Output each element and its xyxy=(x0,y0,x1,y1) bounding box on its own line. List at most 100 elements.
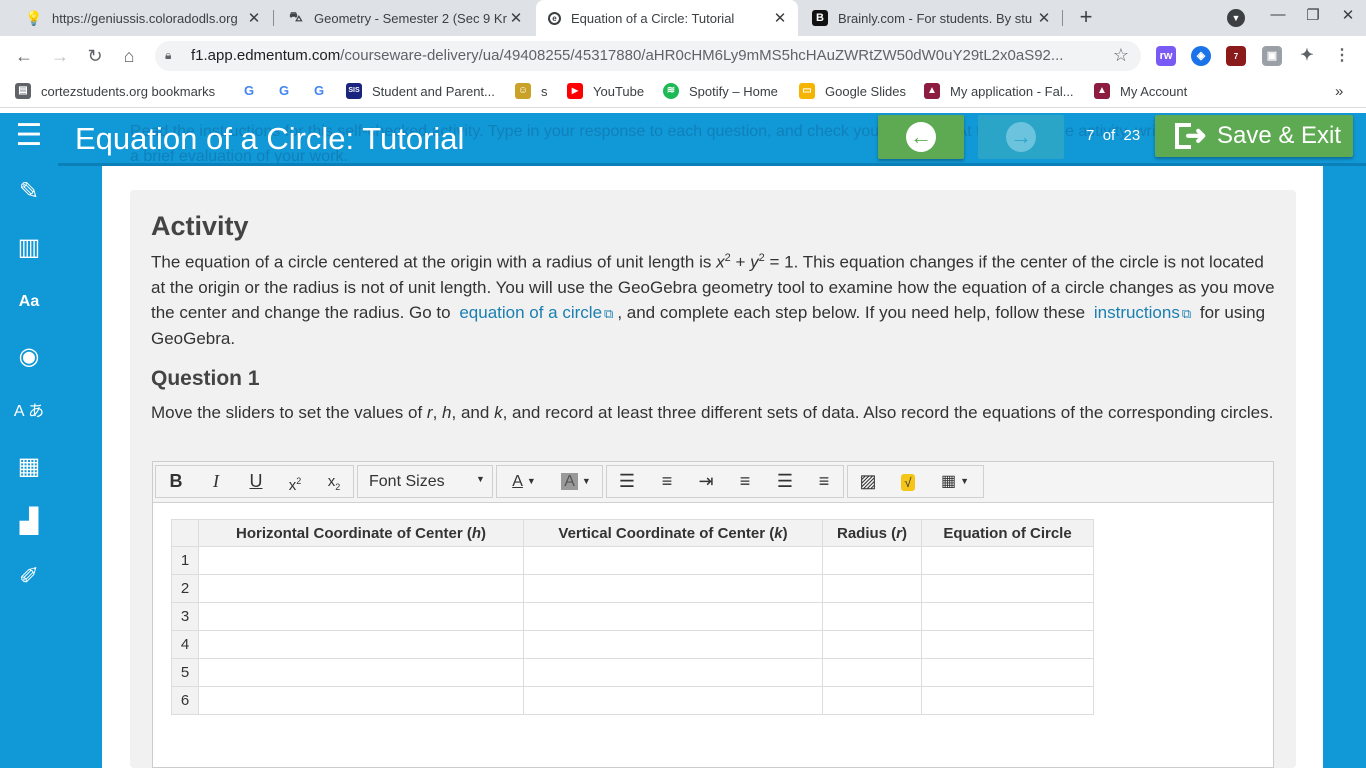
cell-h[interactable] xyxy=(198,630,524,659)
home-icon[interactable]: ⌂ xyxy=(117,44,141,68)
menu-icon[interactable]: ☰ xyxy=(12,119,46,153)
bullet-list-icon[interactable]: ☰ xyxy=(607,466,647,497)
bookmark-item[interactable]: ▶ YouTube xyxy=(567,83,644,99)
cell-k[interactable] xyxy=(523,546,823,575)
cell-h[interactable] xyxy=(198,658,524,687)
cell-r[interactable] xyxy=(822,574,922,603)
cell-r[interactable] xyxy=(822,602,922,631)
cell-equation[interactable] xyxy=(921,574,1094,603)
bookmark-item[interactable]: ▭ Google Slides xyxy=(799,83,906,99)
restore-icon[interactable]: ❐ xyxy=(1301,6,1325,24)
bookmark-item[interactable]: ≋ Spotify – Home xyxy=(663,83,778,99)
close-icon[interactable]: ✕ xyxy=(1036,9,1052,27)
ublock-icon[interactable]: 7 xyxy=(1226,46,1246,66)
var-h: h xyxy=(442,403,452,422)
calculator-icon[interactable]: ▦ xyxy=(12,450,46,484)
cell-equation[interactable] xyxy=(921,658,1094,687)
bookmark-item[interactable]: SIS Student and Parent... xyxy=(346,83,495,99)
cell-k[interactable] xyxy=(523,686,823,715)
bookmark-item[interactable]: ▲ My application - Fal... xyxy=(924,83,1074,99)
close-icon[interactable]: ✕ xyxy=(246,9,262,27)
browser-tab[interactable]: B Brainly.com - For students. By stu ✕ xyxy=(800,0,1062,36)
highlighter-icon[interactable]: ✐ xyxy=(12,560,46,594)
previous-page-button[interactable]: ← xyxy=(878,115,964,159)
forward-icon[interactable]: → xyxy=(48,44,72,68)
cell-r[interactable] xyxy=(822,686,922,715)
reload-icon[interactable]: ↻ xyxy=(83,44,107,68)
font-sizes-dropdown[interactable]: Font Sizes ▼ xyxy=(357,465,493,498)
cell-r[interactable] xyxy=(822,658,922,687)
bookmark-item[interactable]: ▲ My Account xyxy=(1094,83,1187,99)
edit-icon[interactable]: ✎ xyxy=(12,175,46,209)
tab-search-icon[interactable]: ▼ xyxy=(1227,9,1245,27)
minimize-icon[interactable]: — xyxy=(1266,6,1290,23)
url-text[interactable]: f1.app.edmentum.com/courseware-delivery/… xyxy=(191,47,1091,64)
cell-equation[interactable] xyxy=(921,686,1094,715)
cell-k[interactable] xyxy=(523,574,823,603)
cell-equation[interactable] xyxy=(921,630,1094,659)
bookmark-item[interactable]: G xyxy=(241,83,267,99)
align-center-icon[interactable]: ☰ xyxy=(765,466,805,497)
translate-icon[interactable]: A あ xyxy=(12,395,46,429)
bookmark-star-icon[interactable]: ☆ xyxy=(1113,45,1129,66)
browser-tab-active[interactable]: e Equation of a Circle: Tutorial ✕ xyxy=(536,0,798,36)
cell-h[interactable] xyxy=(198,574,524,603)
dictionary-icon[interactable]: Aa xyxy=(12,285,46,319)
bold-icon[interactable]: B xyxy=(156,466,196,497)
table-icon[interactable]: ▦ ▼ xyxy=(928,466,982,497)
align-right-icon[interactable]: ≡ xyxy=(804,466,844,497)
font-color-icon[interactable]: A ▼ xyxy=(499,466,549,497)
equation-icon[interactable]: √ xyxy=(888,466,928,497)
bookmark-item[interactable]: G xyxy=(276,83,302,99)
italic-icon[interactable]: I xyxy=(196,466,236,497)
cell-r[interactable] xyxy=(822,546,922,575)
equation-of-a-circle-link[interactable]: equation of a circle ⧉ xyxy=(455,303,617,322)
cell-r[interactable] xyxy=(822,630,922,659)
save-exit-label: Save & Exit xyxy=(1217,122,1342,149)
google-icon: G xyxy=(311,83,327,99)
shield-extension-icon[interactable]: ◈ xyxy=(1191,46,1211,66)
library-icon[interactable]: ▥ xyxy=(12,231,46,265)
speech-icon[interactable]: ◉ xyxy=(12,340,46,374)
subscript-icon[interactable]: x2 xyxy=(314,466,354,497)
bookmark-label: YouTube xyxy=(593,83,645,99)
puzzle-icon[interactable]: ✦ xyxy=(1297,46,1317,66)
bookmark-label: Student and Parent... xyxy=(372,83,495,99)
image-icon[interactable]: ▨ xyxy=(848,466,888,497)
more-menu-icon[interactable]: ⋮ xyxy=(1332,46,1352,66)
align-left-icon[interactable]: ≡ xyxy=(725,466,765,497)
bookmark-item[interactable]: G xyxy=(311,83,337,99)
numbered-list-icon[interactable]: ≡ xyxy=(647,466,687,497)
underline-icon[interactable]: U xyxy=(236,466,276,497)
address-bar[interactable]: 🔒︎ f1.app.edmentum.com/courseware-delive… xyxy=(155,41,1141,71)
progress-icon[interactable]: ▟ xyxy=(12,505,46,539)
cell-equation[interactable] xyxy=(921,546,1094,575)
browser-tab[interactable]: ⛍ Geometry - Semester 2 (Sec 9 Kr ✕ xyxy=(276,0,534,36)
cell-equation[interactable] xyxy=(921,602,1094,631)
bookmark-item[interactable]: ☺ s xyxy=(515,83,548,99)
screenshot-extension-icon[interactable]: ▣ xyxy=(1262,46,1282,66)
row-number: 6 xyxy=(171,686,199,715)
bookmarks-overflow-button[interactable]: » xyxy=(1335,83,1343,100)
instructions-link[interactable]: instructions ⧉ xyxy=(1090,303,1195,322)
cell-h[interactable] xyxy=(198,602,524,631)
close-window-icon[interactable]: ✕ xyxy=(1336,6,1360,24)
superscript-icon[interactable]: x2 xyxy=(275,466,315,497)
background-color-icon[interactable]: A ▼ xyxy=(551,466,601,497)
cell-h[interactable] xyxy=(198,686,524,715)
close-icon[interactable]: ✕ xyxy=(508,9,524,27)
extension-icon[interactable]: rw xyxy=(1156,46,1176,66)
indent-icon[interactable]: ⇥ xyxy=(686,466,726,497)
back-icon[interactable]: ← xyxy=(12,44,36,68)
next-page-button[interactable]: → xyxy=(978,115,1064,159)
cell-k[interactable] xyxy=(523,602,823,631)
cell-k[interactable] xyxy=(523,658,823,687)
close-icon[interactable]: ✕ xyxy=(772,9,788,27)
bookmark-item[interactable]: ▤ cortezstudents.org bookmarks xyxy=(15,83,215,99)
lock-icon[interactable]: 🔒︎ xyxy=(165,48,179,62)
browser-tab[interactable]: 💡 https://geniussis.coloradodls.org ✕ xyxy=(14,0,272,36)
save-exit-button[interactable]: ➜ Save & Exit xyxy=(1155,115,1353,157)
new-tab-button[interactable]: + xyxy=(1074,5,1098,29)
cell-h[interactable] xyxy=(198,546,524,575)
cell-k[interactable] xyxy=(523,630,823,659)
